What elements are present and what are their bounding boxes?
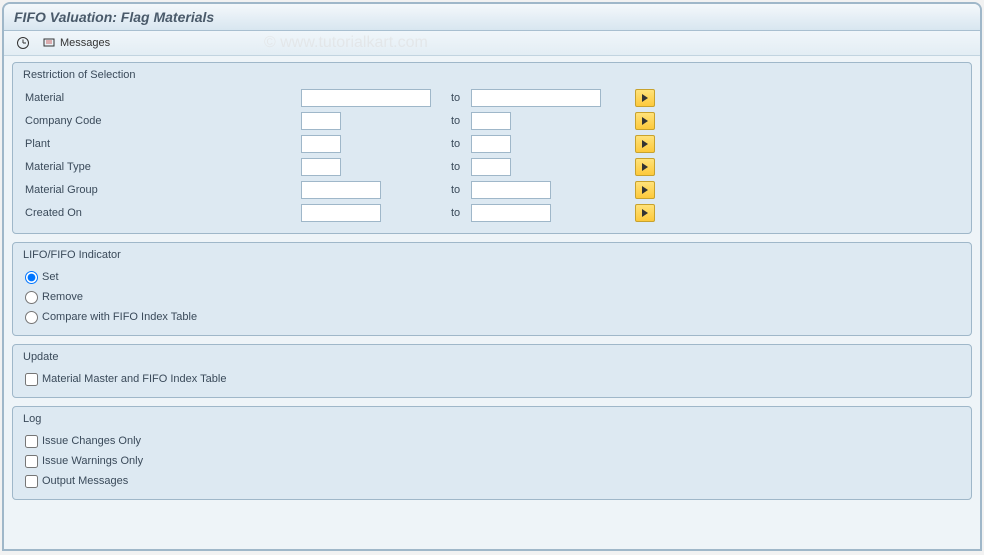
- check-master-index-label: Material Master and FIFO Index Table: [42, 373, 226, 385]
- watermark-text: © www.tutorialkart.com: [264, 34, 428, 52]
- arrow-right-icon: [642, 94, 648, 102]
- label-company-code: Company Code: [21, 115, 281, 127]
- check-issue-warnings-label: Issue Warnings Only: [42, 455, 143, 467]
- group-indicator-title: LIFO/FIFO Indicator: [21, 247, 963, 267]
- check-output-messages[interactable]: [25, 475, 38, 488]
- input-company-code-to[interactable]: [471, 112, 511, 130]
- label-material-group: Material Group: [21, 184, 281, 196]
- radio-set[interactable]: [25, 271, 38, 284]
- check-row-issue-warnings: Issue Warnings Only: [21, 451, 963, 471]
- group-log-title: Log: [21, 411, 963, 431]
- toolbar: Messages © www.tutorialkart.com: [4, 31, 980, 56]
- arrow-right-icon: [642, 117, 648, 125]
- arrow-right-icon: [642, 209, 648, 217]
- radio-compare[interactable]: [25, 311, 38, 324]
- radio-remove-label: Remove: [42, 291, 83, 303]
- row-material-group: Material Group to: [21, 179, 963, 201]
- multi-select-plant[interactable]: [635, 135, 655, 153]
- page-title: FIFO Valuation: Flag Materials: [14, 9, 970, 25]
- label-plant: Plant: [21, 138, 281, 150]
- check-issue-changes[interactable]: [25, 435, 38, 448]
- group-restriction-title: Restriction of Selection: [21, 67, 963, 87]
- row-material-type: Material Type to: [21, 156, 963, 178]
- input-material-from[interactable]: [301, 89, 431, 107]
- input-created-on-to[interactable]: [471, 204, 551, 222]
- multi-select-material[interactable]: [635, 89, 655, 107]
- group-indicator: LIFO/FIFO Indicator Set Remove Compare w…: [12, 242, 972, 336]
- radio-set-label: Set: [42, 271, 59, 283]
- radio-compare-label: Compare with FIFO Index Table: [42, 311, 197, 323]
- input-material-group-from[interactable]: [301, 181, 381, 199]
- input-material-group-to[interactable]: [471, 181, 551, 199]
- radio-row-set: Set: [21, 267, 963, 287]
- input-plant-from[interactable]: [301, 135, 341, 153]
- title-bar: FIFO Valuation: Flag Materials: [4, 4, 980, 31]
- radio-row-compare: Compare with FIFO Index Table: [21, 307, 963, 327]
- row-created-on: Created On to: [21, 202, 963, 224]
- group-restriction: Restriction of Selection Material to Com…: [12, 62, 972, 234]
- app-window: FIFO Valuation: Flag Materials Messages …: [2, 2, 982, 551]
- check-output-messages-label: Output Messages: [42, 475, 128, 487]
- row-plant: Plant to: [21, 133, 963, 155]
- input-plant-to[interactable]: [471, 135, 511, 153]
- label-created-on: Created On: [21, 207, 281, 219]
- check-row-master-index: Material Master and FIFO Index Table: [21, 369, 963, 389]
- input-material-to[interactable]: [471, 89, 601, 107]
- arrow-right-icon: [642, 140, 648, 148]
- multi-select-company-code[interactable]: [635, 112, 655, 130]
- input-created-on-from[interactable]: [301, 204, 381, 222]
- row-material: Material to: [21, 87, 963, 109]
- input-company-code-from[interactable]: [301, 112, 341, 130]
- check-row-output-messages: Output Messages: [21, 471, 963, 491]
- clock-execute-icon: [16, 36, 30, 50]
- multi-select-material-type[interactable]: [635, 158, 655, 176]
- radio-row-remove: Remove: [21, 287, 963, 307]
- check-row-issue-changes: Issue Changes Only: [21, 431, 963, 451]
- row-company-code: Company Code to: [21, 110, 963, 132]
- multi-select-material-group[interactable]: [635, 181, 655, 199]
- input-material-type-to[interactable]: [471, 158, 511, 176]
- radio-remove[interactable]: [25, 291, 38, 304]
- check-issue-changes-label: Issue Changes Only: [42, 435, 141, 447]
- label-material: Material: [21, 92, 281, 104]
- arrow-right-icon: [642, 186, 648, 194]
- messages-icon: [42, 36, 56, 50]
- content-area: Restriction of Selection Material to Com…: [4, 56, 980, 514]
- check-master-index[interactable]: [25, 373, 38, 386]
- group-update-title: Update: [21, 349, 963, 369]
- arrow-right-icon: [642, 163, 648, 171]
- group-update: Update Material Master and FIFO Index Ta…: [12, 344, 972, 398]
- messages-button[interactable]: Messages: [38, 35, 114, 51]
- multi-select-created-on[interactable]: [635, 204, 655, 222]
- messages-label: Messages: [60, 37, 110, 49]
- check-issue-warnings[interactable]: [25, 455, 38, 468]
- input-material-type-from[interactable]: [301, 158, 341, 176]
- group-log: Log Issue Changes Only Issue Warnings On…: [12, 406, 972, 500]
- execute-button[interactable]: [12, 35, 34, 51]
- label-material-type: Material Type: [21, 161, 281, 173]
